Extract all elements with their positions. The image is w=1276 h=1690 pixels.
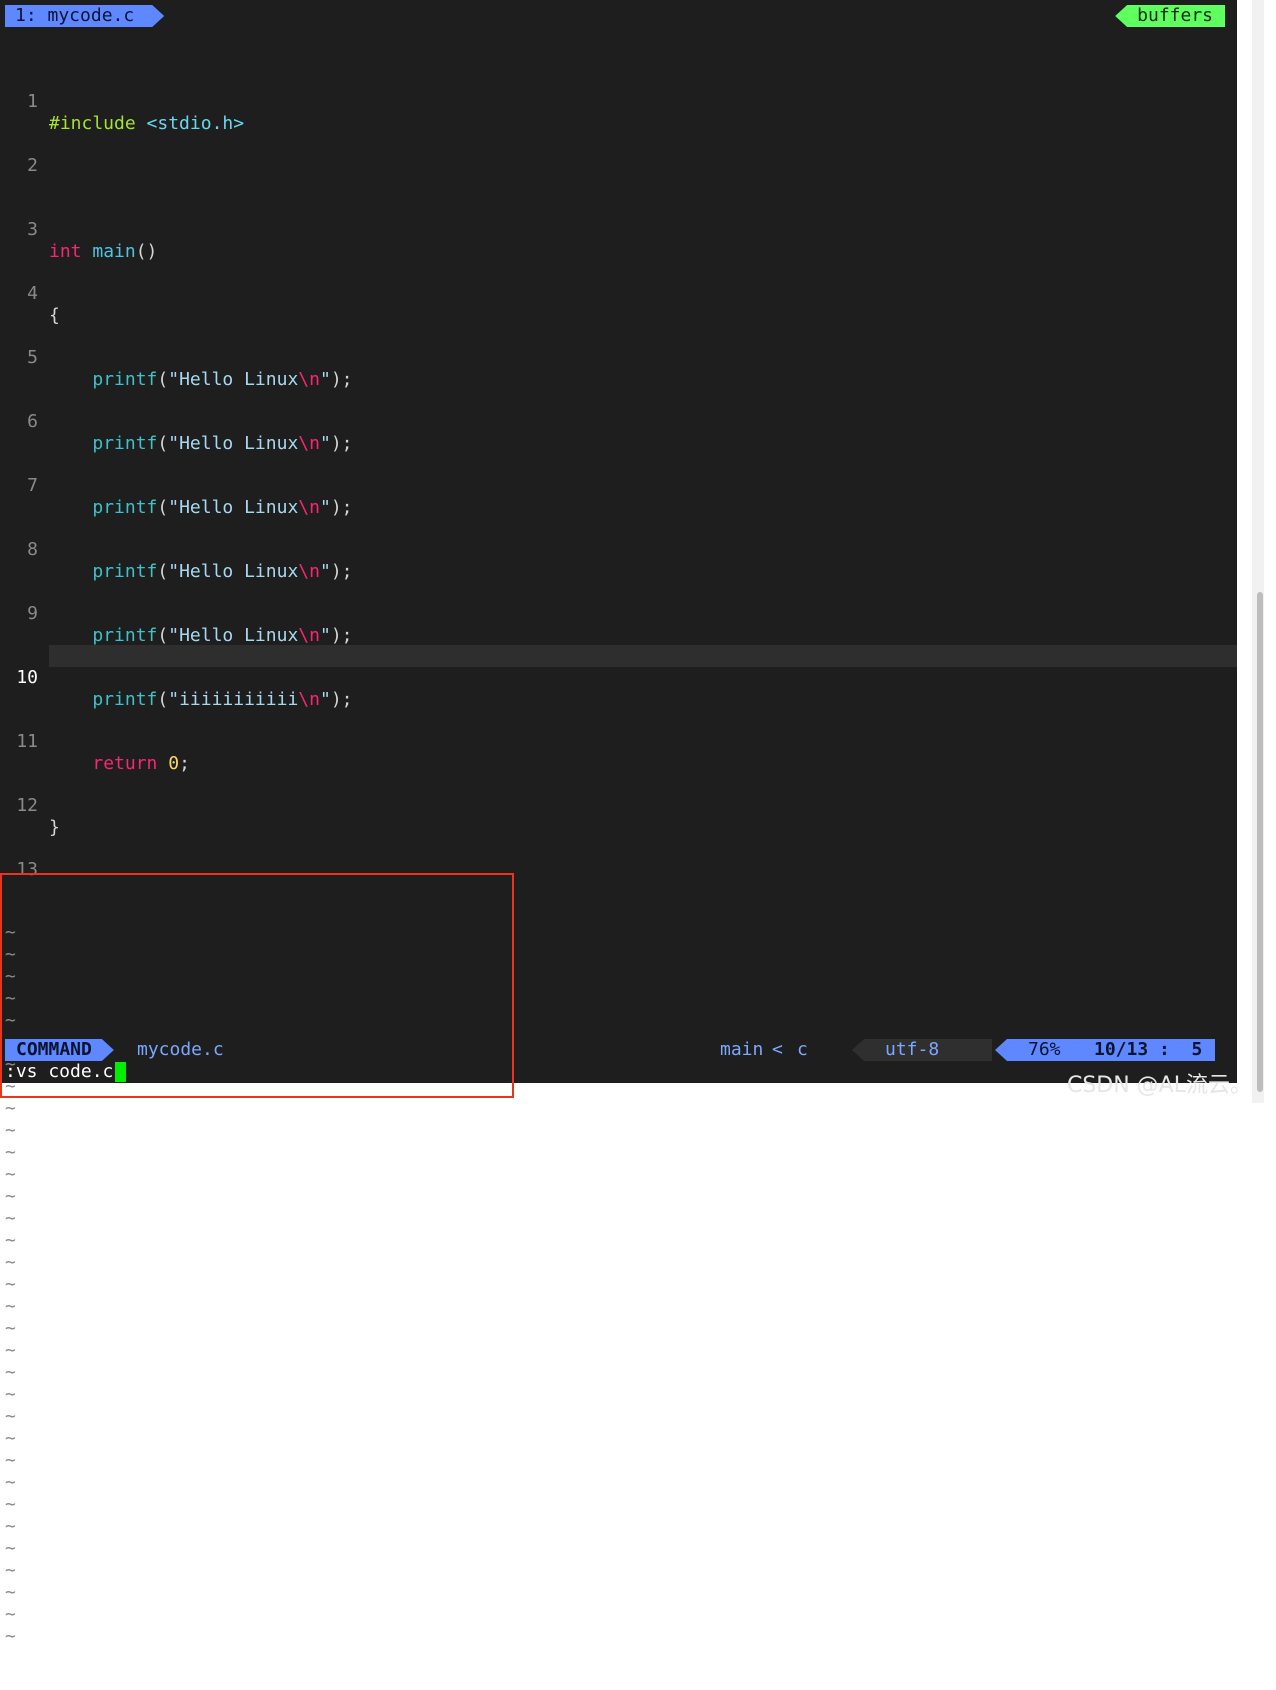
tilde-marker: ~ xyxy=(0,1318,1237,1340)
code-text: } xyxy=(49,817,60,838)
tilde-marker: ~ xyxy=(0,1384,1237,1406)
line-number: 4 xyxy=(27,283,38,304)
line-number: 3 xyxy=(27,219,38,240)
tilde-marker: ~ xyxy=(0,1560,1237,1582)
tilde-marker: ~ xyxy=(0,1142,1237,1164)
line-number: 12 xyxy=(16,795,38,816)
git-branch: main xyxy=(720,1039,764,1060)
code-text: printf("Hello Linux\n"); xyxy=(92,561,353,582)
tilde-char: ~ xyxy=(5,1538,16,1559)
tilde-char: ~ xyxy=(5,1626,16,1647)
watermark: CSDN @AL流云。 xyxy=(1066,1073,1252,1098)
line-number: 9 xyxy=(27,603,38,624)
chevron-left-icon: < xyxy=(772,1039,783,1060)
code-text: return 0; xyxy=(92,753,190,774)
tilde-marker: ~ xyxy=(0,1582,1237,1604)
tilde-marker: ~ xyxy=(0,1164,1237,1186)
line-number: 11 xyxy=(16,731,38,752)
tilde-marker: ~ xyxy=(0,1472,1237,1494)
cursor-position: 10/13 : 5 xyxy=(1094,1039,1203,1060)
tilde-char: ~ xyxy=(5,1340,16,1361)
code-line: 5 printf("Hello Linux\n"); xyxy=(0,325,1237,390)
buffers-label: buffers xyxy=(1115,5,1225,27)
code-text: printf("Hello Linux\n"); xyxy=(92,433,353,454)
line-number: 2 xyxy=(27,155,38,176)
tilde-marker: ~ xyxy=(0,1494,1237,1516)
line-number: 1 xyxy=(27,91,38,112)
tilde-marker: ~ xyxy=(0,1604,1237,1626)
tilde-marker: ~ xyxy=(0,1274,1237,1296)
code-text: int main() xyxy=(49,241,158,262)
code-line: 1 #include <stdio.h> xyxy=(0,69,1237,134)
tilde-marker: ~ xyxy=(0,1252,1237,1274)
code-text: printf("iiiiiiiiiii\n"); xyxy=(92,689,353,710)
tilde-marker: ~ xyxy=(0,1340,1237,1362)
tilde-char: ~ xyxy=(5,1472,16,1493)
tilde-char: ~ xyxy=(5,1318,16,1339)
tilde-char: ~ xyxy=(5,1428,16,1449)
tilde-char: ~ xyxy=(5,1516,16,1537)
code-text: printf("Hello Linux\n"); xyxy=(92,369,353,390)
line-number: 7 xyxy=(27,475,38,496)
tilde-marker: ~ xyxy=(0,1230,1237,1252)
tilde-marker: ~ xyxy=(0,1428,1237,1450)
code-line: 11 return 0; xyxy=(0,709,1237,774)
tilde-marker: ~ xyxy=(0,1296,1237,1318)
code-editor[interactable]: 1 #include <stdio.h> 2 3 int main() 4 { … xyxy=(0,27,1237,1690)
tilde-marker: ~ xyxy=(0,1406,1237,1428)
tilde-marker: ~ xyxy=(0,1362,1237,1384)
annotation-highlight-box xyxy=(0,873,514,1098)
code-text: printf("Hello Linux\n"); xyxy=(92,625,353,646)
tilde-marker: ~ xyxy=(0,1120,1237,1142)
code-line: 9 printf("Hello Linux\n"); xyxy=(0,581,1237,646)
tilde-char: ~ xyxy=(5,1604,16,1625)
tilde-char: ~ xyxy=(5,1406,16,1427)
line-number: 8 xyxy=(27,539,38,560)
code-line: 3 int main() xyxy=(0,197,1237,262)
code-line-current: 10 printf("iiiiiiiiiii\n"); xyxy=(16,645,1237,710)
line-number: 6 xyxy=(27,411,38,432)
window-gap xyxy=(1237,0,1252,1103)
file-encoding: utf-8 xyxy=(885,1039,940,1060)
tilde-marker: ~ xyxy=(0,1098,1237,1120)
tilde-char: ~ xyxy=(5,1560,16,1581)
scroll-percent: 76% xyxy=(1028,1039,1061,1060)
code-text: printf("Hello Linux\n"); xyxy=(92,497,353,518)
tilde-marker: ~ xyxy=(0,1538,1237,1560)
code-line: 2 xyxy=(0,133,1237,176)
tilde-char: ~ xyxy=(5,1384,16,1405)
tilde-char: ~ xyxy=(5,1450,16,1471)
code-line: 12 } xyxy=(0,773,1237,838)
scrollbar-thumb[interactable] xyxy=(1257,592,1263,1092)
tilde-marker: ~ xyxy=(0,1186,1237,1208)
tilde-char: ~ xyxy=(5,1362,16,1383)
code-text: { xyxy=(49,305,60,326)
tabline: 1: mycode.c buffers xyxy=(0,5,1237,27)
filetype: c xyxy=(797,1039,808,1060)
line-number: 10 xyxy=(16,667,38,688)
code-line: 13 xyxy=(0,837,1237,880)
tilde-marker: ~ xyxy=(0,1626,1237,1648)
tilde-marker: ~ xyxy=(0,1516,1237,1538)
tilde-marker: ~ xyxy=(0,1208,1237,1230)
code-line: 6 printf("Hello Linux\n"); xyxy=(0,389,1237,454)
tilde-char: ~ xyxy=(5,1494,16,1515)
tilde-char: ~ xyxy=(5,1582,16,1603)
line-number: 5 xyxy=(27,347,38,368)
tilde-marker: ~ xyxy=(0,1450,1237,1472)
code-line: 4 { xyxy=(0,261,1237,326)
code-line: 8 printf("Hello Linux\n"); xyxy=(0,517,1237,582)
code-line: 7 printf("Hello Linux\n"); xyxy=(0,453,1237,518)
tab-mycode[interactable]: 1: mycode.c xyxy=(5,5,164,27)
code-text: #include <stdio.h> xyxy=(49,113,245,134)
